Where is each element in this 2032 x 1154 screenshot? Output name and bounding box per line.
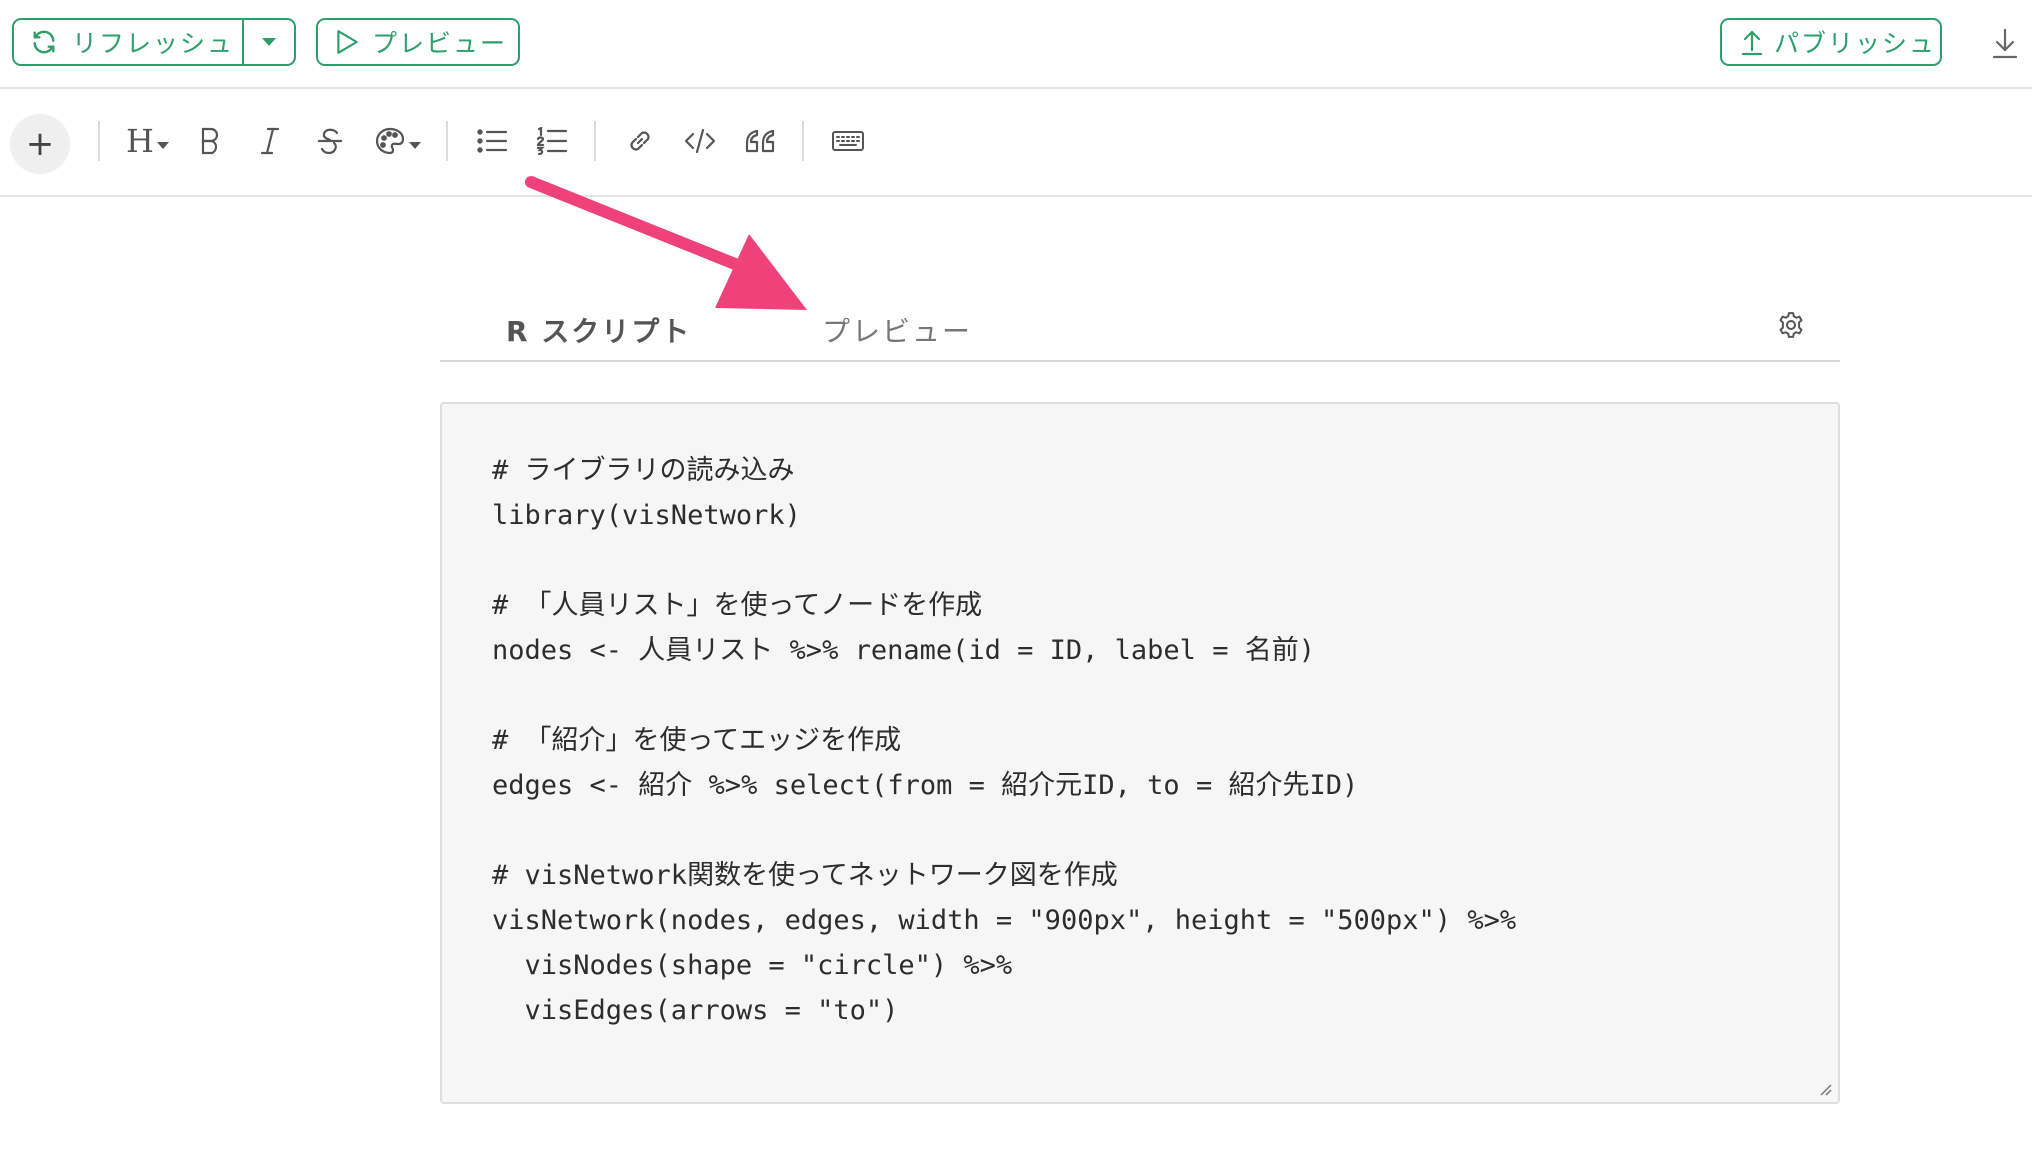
code-line: # ライブラリの読み込み	[492, 455, 795, 486]
code-line: edges <- 紹介 %>% select(from = 紹介元ID, to …	[492, 770, 1359, 801]
editor-tabs: R スクリプト プレビュー	[440, 300, 1840, 362]
refresh-button[interactable]: リフレッシュ	[14, 20, 245, 64]
tab-preview[interactable]: プレビュー	[822, 310, 972, 350]
refresh-dropdown-button[interactable]	[244, 20, 294, 64]
bold-icon	[201, 127, 219, 155]
top-bar: リフレッシュ プレビュー パブリッシュ	[0, 0, 2032, 89]
code-icon	[684, 128, 716, 154]
add-block-button[interactable]: +	[10, 114, 70, 174]
quote-icon	[745, 129, 775, 153]
italic-icon	[260, 127, 280, 155]
preview-button[interactable]: プレビュー	[316, 18, 520, 66]
code-line: # visNetwork関数を使ってネットワーク図を作成	[492, 860, 1118, 891]
quote-button[interactable]	[738, 116, 782, 166]
code-line: visEdges(arrows = "to")	[492, 995, 899, 1026]
publish-button[interactable]: パブリッシュ	[1720, 18, 1942, 66]
caret-down-icon	[156, 142, 169, 149]
strikethrough-button[interactable]	[310, 116, 350, 166]
caret-down-icon	[260, 36, 278, 48]
strikethrough-icon	[317, 128, 343, 155]
code-content[interactable]: # ライブラリの読み込み library(visNetwork) # 「人員リスト」…	[492, 448, 1516, 1033]
italic-button[interactable]	[250, 116, 290, 166]
refresh-label: リフレッシュ	[72, 29, 235, 58]
keyboard-button[interactable]	[826, 116, 870, 166]
code-line: nodes <- 人員リスト %>% rename(id = ID, label…	[492, 635, 1315, 666]
keyboard-icon	[832, 131, 864, 151]
upload-icon	[1740, 28, 1764, 56]
code-line: # 「紹介」を使ってエッジを作成	[492, 725, 902, 756]
code-line: library(visNetwork)	[492, 500, 801, 531]
refresh-button-group: リフレッシュ	[12, 18, 296, 66]
palette-icon	[375, 127, 405, 155]
numbered-list-icon	[536, 127, 568, 155]
link-button[interactable]	[618, 116, 662, 166]
refresh-icon	[30, 28, 58, 56]
gear-icon[interactable]	[1776, 310, 1806, 340]
link-icon	[630, 131, 650, 151]
code-button[interactable]	[678, 116, 722, 166]
toolbar-separator	[802, 121, 804, 161]
numbered-list-button[interactable]	[530, 116, 574, 166]
toolbar-separator	[594, 121, 596, 161]
download-icon[interactable]	[1990, 26, 2020, 60]
caret-down-icon	[409, 142, 421, 149]
color-button[interactable]	[368, 116, 428, 166]
resize-handle-icon[interactable]	[1816, 1080, 1832, 1096]
annotation-arrow	[525, 176, 807, 310]
preview-label: プレビュー	[372, 29, 508, 58]
heading-button[interactable]: H	[120, 116, 176, 166]
formatting-toolbar: + H	[0, 89, 2032, 197]
play-icon	[334, 28, 360, 56]
bullet-list-button[interactable]	[470, 116, 514, 166]
publish-label: パブリッシュ	[1774, 29, 1937, 58]
code-line: visNodes(shape = "circle") %>%	[492, 950, 1013, 981]
tab-r-script[interactable]: R スクリプト	[506, 310, 691, 350]
r-script-editor[interactable]: # ライブラリの読み込み library(visNetwork) # 「人員リスト」…	[440, 402, 1840, 1104]
bold-button[interactable]	[190, 116, 230, 166]
toolbar-separator	[446, 121, 448, 161]
code-line: visNetwork(nodes, edges, width = "900px"…	[492, 905, 1517, 936]
heading-icon: H	[126, 122, 154, 160]
toolbar-separator	[98, 121, 100, 161]
code-line: # 「人員リスト」を使ってノードを作成	[492, 590, 983, 621]
bullet-list-icon	[477, 129, 508, 153]
